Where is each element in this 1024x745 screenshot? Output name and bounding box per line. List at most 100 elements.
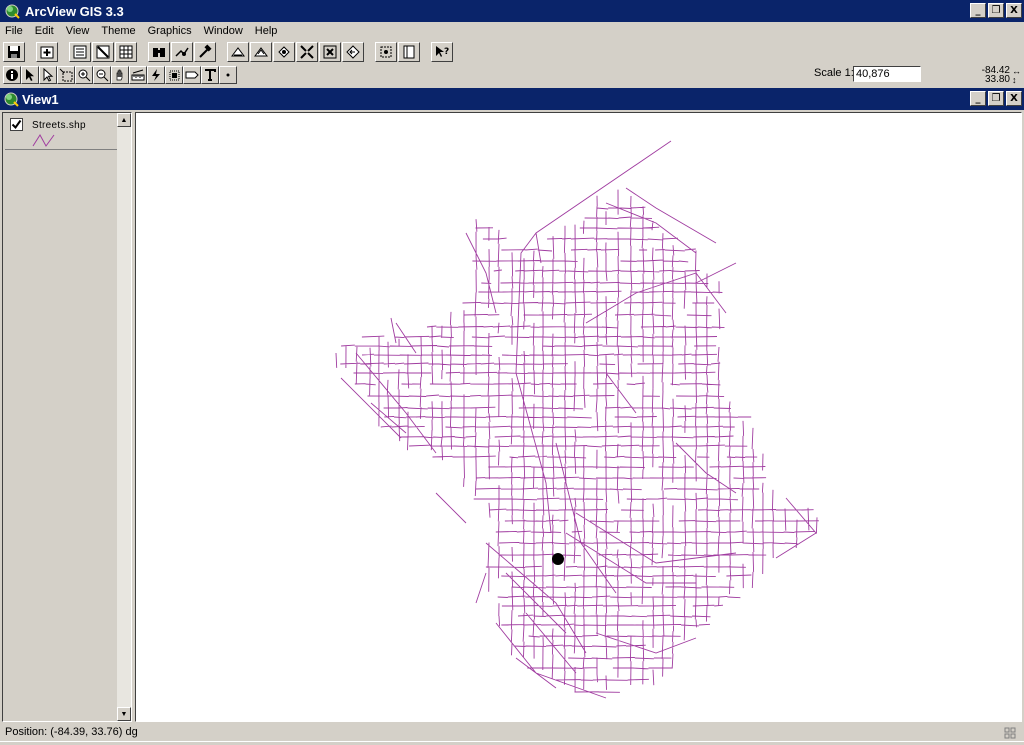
zoom-selected-button[interactable]: [273, 42, 295, 62]
binoculars-icon: [153, 48, 165, 57]
theme-visibility-checkbox[interactable]: [10, 118, 23, 131]
layout-button[interactable]: [398, 42, 420, 62]
lightning-icon: [152, 69, 160, 81]
save-project-button[interactable]: [3, 42, 25, 62]
measure-tool[interactable]: [129, 66, 147, 84]
magnifier-plus-icon: [78, 69, 91, 82]
label-icon: [185, 71, 199, 79]
locate-address-button[interactable]: [171, 42, 193, 62]
hotlink-tool[interactable]: [147, 66, 165, 84]
zoom-in-tool[interactable]: [75, 66, 93, 84]
select-by-theme-icon: [380, 46, 392, 58]
status-bar: Position: (-84.39, 33.76) dg: [0, 723, 1024, 741]
zoom-out-arrows-icon: [323, 45, 337, 59]
toc-scrollbar[interactable]: ▲ ▼: [117, 113, 131, 721]
open-table-button[interactable]: [115, 42, 137, 62]
close-button[interactable]: X: [1006, 3, 1022, 18]
menu-graphics[interactable]: Graphics: [142, 25, 198, 37]
taskbar: [0, 741, 1024, 745]
resize-grip-icon[interactable]: [1004, 727, 1016, 739]
map-display[interactable]: [135, 112, 1022, 722]
info-icon: [6, 69, 18, 81]
app-titlebar: ArcView GIS 3.3 _ ❐ X: [0, 0, 1024, 22]
select-feature-tool[interactable]: [57, 66, 75, 84]
pointer-tool[interactable]: [21, 66, 39, 84]
help-button[interactable]: ?: [431, 42, 453, 62]
menu-bar: File Edit View Theme Graphics Window Hel…: [0, 22, 1024, 40]
pan-tool[interactable]: [111, 66, 129, 84]
menu-edit[interactable]: Edit: [29, 25, 60, 37]
position-readout: Position: (-84.39, 33.76) dg: [5, 726, 138, 738]
menu-file[interactable]: File: [0, 25, 29, 37]
theme-properties-button[interactable]: [69, 42, 91, 62]
view-globe-icon: [4, 92, 19, 107]
line-symbol-icon: [32, 134, 55, 147]
zoom-previous-button[interactable]: [342, 42, 364, 62]
table-icon: [119, 45, 133, 59]
full-extent-icon: [231, 47, 245, 57]
magnifier-minus-icon: [96, 69, 109, 82]
zoom-out-button[interactable]: [319, 42, 341, 62]
point-icon: [226, 73, 230, 77]
table-of-contents: Streets.shp ▲ ▼: [2, 112, 132, 722]
legend-icon: [96, 45, 110, 59]
query-builder-button[interactable]: [194, 42, 216, 62]
minimize-button[interactable]: _: [970, 3, 986, 18]
location-marker[interactable]: [552, 553, 564, 565]
menu-theme[interactable]: Theme: [95, 25, 141, 37]
edit-legend-button[interactable]: [92, 42, 114, 62]
street-network[interactable]: [335, 140, 819, 699]
streets-map[interactable]: [136, 113, 1022, 722]
app-title: ArcView GIS 3.3: [25, 3, 124, 19]
add-theme-icon: [40, 46, 54, 59]
button-bar: ?: [0, 40, 1024, 64]
svg-text:?: ?: [444, 47, 449, 57]
view-minimize-button[interactable]: _: [970, 91, 986, 106]
toc-theme-streets[interactable]: Streets.shp: [5, 115, 119, 150]
scale-label: Scale 1:: [814, 67, 854, 79]
coordinate-arrows-icon: ↔ ↕: [1012, 66, 1021, 85]
add-theme-button[interactable]: [36, 42, 58, 62]
cursor-coordinates: -84.42 33.80: [982, 66, 1010, 85]
text-tool[interactable]: [201, 66, 219, 84]
zoom-full-extent-button[interactable]: [227, 42, 249, 62]
zoom-in-button[interactable]: [296, 42, 318, 62]
hammer-icon: [199, 44, 212, 58]
theme-name: Streets.shp: [32, 120, 86, 131]
scale-input[interactable]: 40,876: [853, 66, 921, 82]
arrow-pointer-icon: [26, 69, 34, 81]
arcview-globe-icon: [5, 4, 20, 19]
hand-icon: [116, 69, 123, 81]
area-of-interest-icon: [169, 70, 180, 81]
active-themes-icon: [254, 47, 268, 57]
floppy-disk-icon: [8, 46, 20, 58]
layout-icon: [403, 45, 415, 59]
menu-window[interactable]: Window: [198, 25, 249, 37]
restore-button[interactable]: ❐: [988, 3, 1004, 18]
vertex-edit-tool[interactable]: [39, 66, 57, 84]
label-tool[interactable]: [183, 66, 201, 84]
view-restore-button[interactable]: ❐: [988, 91, 1004, 106]
zoom-previous-icon: [346, 45, 360, 59]
zoom-out-tool[interactable]: [93, 66, 111, 84]
draw-point-tool[interactable]: [219, 66, 237, 84]
cursor-y: 33.80: [984, 74, 1010, 85]
zoom-selected-icon: [278, 46, 290, 58]
menu-help[interactable]: Help: [249, 25, 284, 37]
find-button[interactable]: [148, 42, 170, 62]
zoom-active-themes-button[interactable]: [250, 42, 272, 62]
locate-icon: [175, 47, 189, 57]
scroll-down-arrow-icon[interactable]: ▼: [117, 707, 131, 721]
zoom-in-arrows-icon: [300, 45, 314, 59]
select-feature-icon: [59, 68, 73, 82]
vertex-pointer-icon: [43, 68, 54, 82]
text-t-icon: [205, 69, 216, 81]
scroll-up-arrow-icon[interactable]: ▲: [117, 113, 131, 127]
identify-tool[interactable]: [3, 66, 21, 84]
menu-view[interactable]: View: [60, 25, 96, 37]
view-close-button[interactable]: X: [1006, 91, 1022, 106]
area-of-interest-tool[interactable]: [165, 66, 183, 84]
view-title: View1: [22, 91, 59, 107]
select-by-theme-button[interactable]: [375, 42, 397, 62]
properties-icon: [73, 45, 87, 59]
